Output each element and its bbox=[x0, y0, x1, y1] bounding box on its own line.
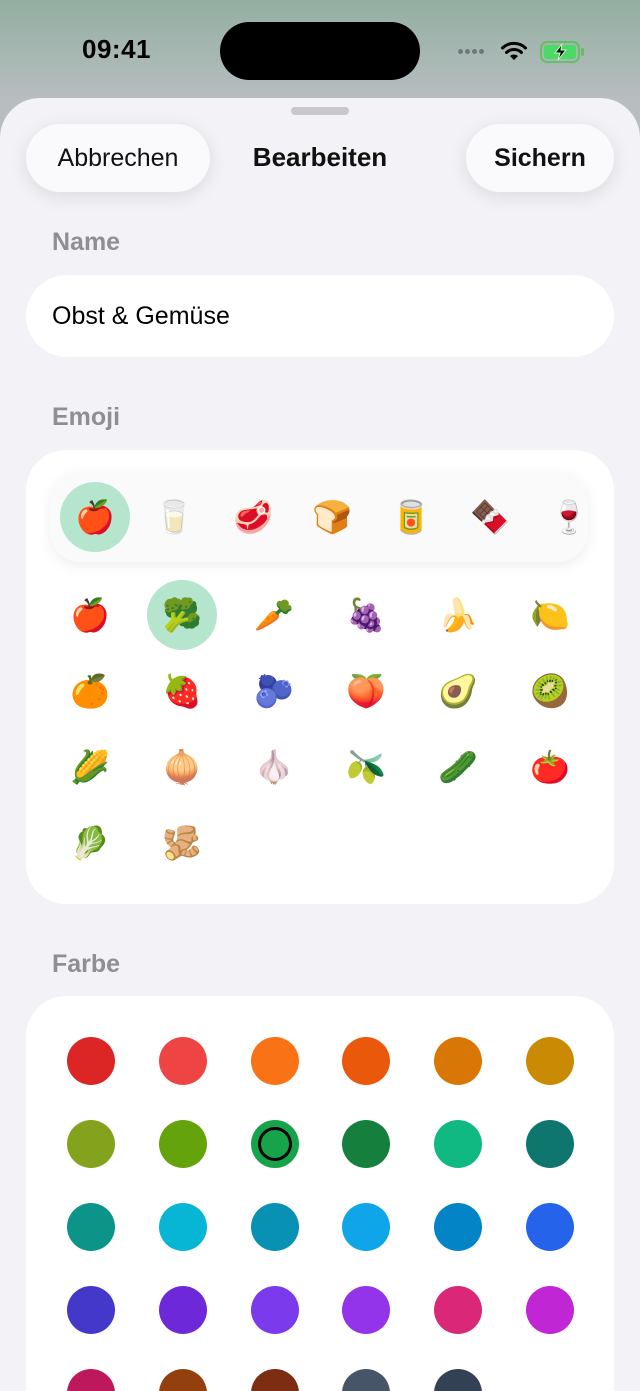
emoji-category-item[interactable]: 🍷 bbox=[534, 482, 588, 552]
emoji-option[interactable]: 🧄 bbox=[239, 732, 309, 802]
emoji-category-item[interactable]: 🍫 bbox=[455, 482, 525, 552]
color-swatch[interactable] bbox=[158, 1037, 207, 1085]
color-swatch[interactable] bbox=[342, 1120, 391, 1168]
color-swatch[interactable] bbox=[526, 1286, 574, 1334]
emoji-option[interactable]: 🍇 bbox=[331, 580, 401, 650]
emoji-option[interactable]: 🥕 bbox=[239, 580, 309, 650]
color-swatch[interactable] bbox=[158, 1369, 207, 1391]
color-swatch[interactable] bbox=[67, 1037, 115, 1085]
color-swatch[interactable] bbox=[434, 1369, 483, 1391]
color-swatch[interactable] bbox=[342, 1286, 391, 1334]
emoji-category-bar[interactable]: 🍎 🥛 🥩 🍞 🥫 🍫 🍷 bbox=[50, 472, 588, 562]
emoji-option[interactable]: 🥦 bbox=[147, 580, 217, 650]
emoji-option[interactable]: 🥬 bbox=[55, 808, 125, 878]
color-swatch[interactable] bbox=[342, 1203, 391, 1251]
emoji-option[interactable]: 🍑 bbox=[331, 656, 401, 726]
emoji-option[interactable]: 🥑 bbox=[423, 656, 493, 726]
emoji-option[interactable]: 🫐 bbox=[239, 656, 309, 726]
emoji-option[interactable]: 🌽 bbox=[55, 732, 125, 802]
emoji-category-item[interactable]: 🥩 bbox=[218, 482, 288, 552]
emoji-card: 🍎 🥛 🥩 🍞 🥫 🍫 🍷 🍎 🥦 🥕 🍇 🍌 🍋 🍊 🍓 🫐 🍑 🥑 🥝 🌽 🧅 🧄 🫒 🥒 🍅 🥬 🫚 bbox=[26, 450, 614, 904]
cancel-button[interactable]: Abbrechen bbox=[26, 124, 210, 192]
color-swatch[interactable] bbox=[67, 1286, 115, 1334]
color-swatch[interactable] bbox=[250, 1037, 299, 1085]
sheet-title: Bearbeiten bbox=[252, 142, 388, 172]
color-swatch[interactable] bbox=[342, 1037, 391, 1085]
emoji-option[interactable]: 🫚 bbox=[147, 808, 217, 878]
color-swatch[interactable] bbox=[67, 1120, 115, 1168]
color-swatch[interactable] bbox=[67, 1369, 115, 1391]
status-time: 09:41 bbox=[82, 34, 151, 64]
color-swatch[interactable] bbox=[434, 1203, 483, 1251]
emoji-option[interactable]: 🥝 bbox=[515, 656, 585, 726]
emoji-option[interactable]: 🍎 bbox=[55, 580, 125, 650]
color-card bbox=[26, 996, 614, 1391]
color-swatch[interactable] bbox=[250, 1286, 299, 1334]
color-swatch[interactable] bbox=[158, 1203, 207, 1251]
color-swatch[interactable] bbox=[434, 1286, 483, 1334]
color-swatch[interactable] bbox=[250, 1120, 299, 1168]
name-input[interactable]: Obst & Gemüse bbox=[26, 275, 614, 357]
emoji-option[interactable]: 🧅 bbox=[147, 732, 217, 802]
emoji-option[interactable]: 🥒 bbox=[423, 732, 493, 802]
emoji-option[interactable]: 🍊 bbox=[55, 656, 125, 726]
color-swatch[interactable] bbox=[526, 1203, 574, 1251]
color-swatch[interactable] bbox=[158, 1286, 207, 1334]
wifi-icon bbox=[501, 41, 527, 60]
emoji-option[interactable]: 🍋 bbox=[515, 580, 585, 650]
emoji-category-item[interactable]: 🥛 bbox=[139, 482, 209, 552]
color-swatch[interactable] bbox=[526, 1120, 574, 1168]
emoji-option[interactable]: 🫒 bbox=[331, 732, 401, 802]
edit-sheet: Abbrechen Bearbeiten Sichern Name Obst &… bbox=[0, 98, 640, 1391]
battery-icon bbox=[540, 41, 584, 63]
color-swatch[interactable] bbox=[434, 1120, 483, 1168]
emoji-option[interactable]: 🍓 bbox=[147, 656, 217, 726]
emoji-option[interactable]: 🍌 bbox=[423, 580, 493, 650]
color-swatch[interactable] bbox=[526, 1037, 574, 1085]
color-swatch[interactable] bbox=[342, 1369, 391, 1391]
emoji-category-item[interactable]: 🍎 bbox=[60, 482, 130, 552]
color-section-label: Farbe bbox=[52, 950, 121, 978]
color-swatch[interactable] bbox=[250, 1203, 299, 1251]
sheet-grabber[interactable] bbox=[291, 107, 349, 115]
emoji-option[interactable]: 🍅 bbox=[515, 732, 585, 802]
cellular-signal-icon bbox=[458, 49, 486, 67]
status-bar: 09:41 bbox=[0, 0, 640, 100]
save-button[interactable]: Sichern bbox=[466, 124, 614, 192]
emoji-section-label: Emoji bbox=[52, 403, 121, 431]
color-swatch[interactable] bbox=[434, 1037, 483, 1085]
color-swatch[interactable] bbox=[67, 1203, 115, 1251]
emoji-category-item[interactable]: 🍞 bbox=[297, 482, 367, 552]
color-swatch[interactable] bbox=[158, 1120, 207, 1168]
color-swatch[interactable] bbox=[250, 1369, 299, 1391]
dynamic-island bbox=[220, 22, 420, 80]
name-section-label: Name bbox=[52, 228, 121, 256]
emoji-category-item[interactable]: 🥫 bbox=[376, 482, 446, 552]
